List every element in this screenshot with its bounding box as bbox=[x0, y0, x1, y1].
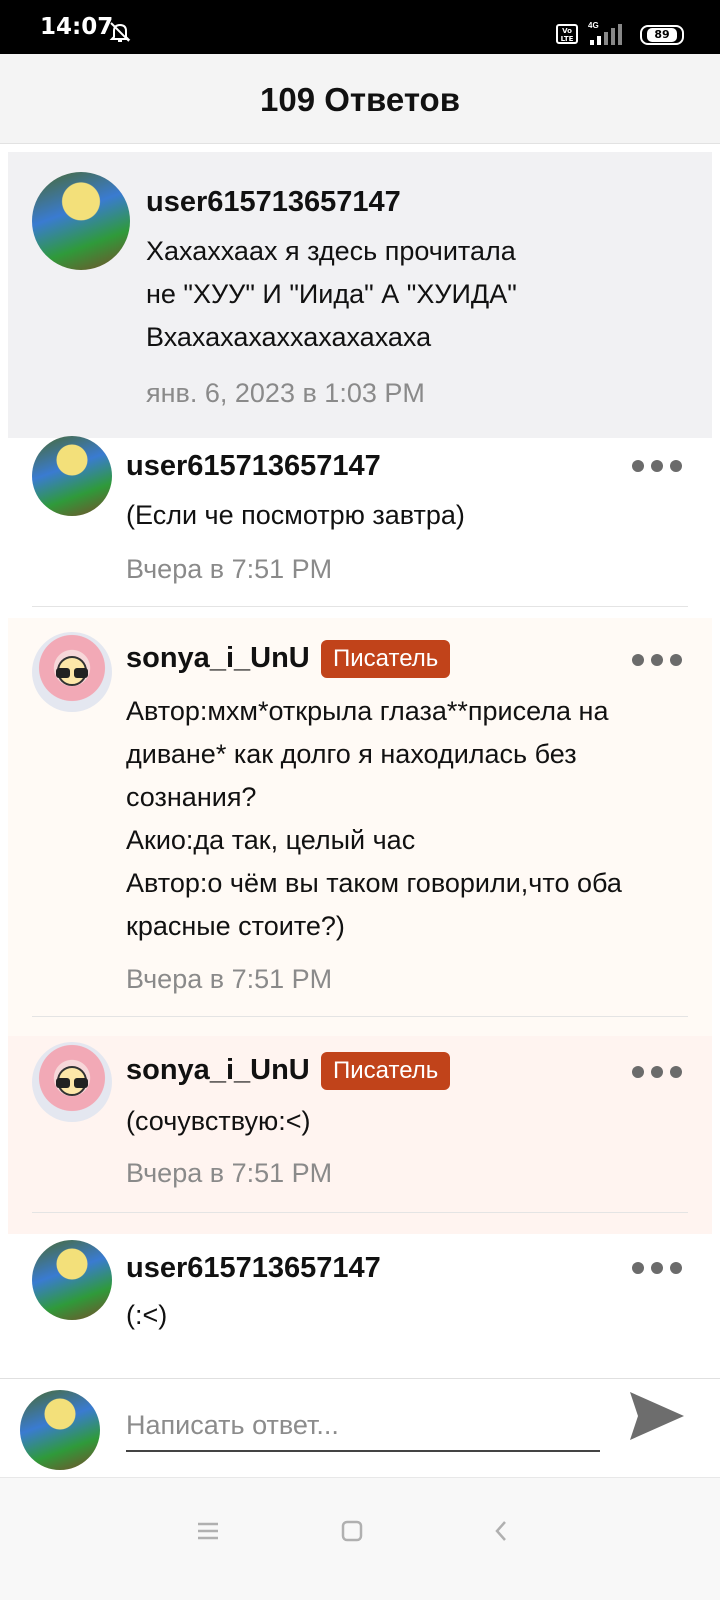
avatar[interactable] bbox=[32, 1240, 112, 1320]
writer-badge: Писатель bbox=[321, 1052, 451, 1090]
system-nav-bar bbox=[0, 1478, 720, 1600]
signal-icon: 4G bbox=[588, 21, 622, 45]
comment-timestamp: Вчера в 7:51 PM bbox=[126, 554, 333, 584]
status-time: 14:07 bbox=[40, 14, 114, 40]
avatar[interactable] bbox=[32, 632, 112, 712]
avatar[interactable] bbox=[32, 1042, 112, 1122]
reply-comment: sonya_i_UnU Писатель Автор:мхм*открыла г… bbox=[8, 618, 712, 1036]
status-bar: 14:07 Vo LTE 4G 89 bbox=[0, 0, 720, 54]
comment-text: Автор:мхм*открыла глаза**присела на дива… bbox=[126, 696, 622, 941]
divider bbox=[32, 606, 688, 607]
comment-username[interactable]: sonya_i_UnU bbox=[126, 1054, 310, 1087]
comment-username[interactable]: user615713657147 bbox=[146, 186, 401, 219]
comment-username[interactable]: sonya_i_UnU bbox=[126, 642, 310, 675]
battery-level: 89 bbox=[647, 28, 677, 42]
comment-timestamp: Вчера в 7:51 PM bbox=[126, 1158, 333, 1188]
comment-timestamp: янв. 6, 2023 в 1:03 PM bbox=[146, 378, 425, 408]
reply-input[interactable] bbox=[126, 1400, 600, 1452]
comment-username[interactable]: user615713657147 bbox=[126, 450, 381, 483]
more-dots-icon[interactable] bbox=[632, 650, 682, 670]
divider bbox=[32, 1212, 688, 1213]
volte-icon: Vo LTE bbox=[556, 24, 578, 44]
reply-comment: user615713657147 (:<) bbox=[8, 1234, 712, 1378]
comment-timestamp: Вчера в 7:51 PM bbox=[126, 964, 333, 994]
comment-text: (Если че посмотрю завтра) bbox=[126, 500, 465, 530]
divider bbox=[32, 1016, 688, 1017]
parent-comment: user615713657147 Хахаххаах я здесь прочи… bbox=[8, 152, 712, 438]
header: 109 Ответов bbox=[0, 54, 720, 144]
writer-badge: Писатель bbox=[321, 640, 451, 678]
avatar[interactable] bbox=[32, 436, 112, 516]
page-title: 109 Ответов bbox=[260, 81, 460, 118]
comment-text: (:<) bbox=[126, 1300, 168, 1330]
menu-icon[interactable] bbox=[193, 1516, 223, 1546]
back-chevron-icon[interactable] bbox=[487, 1516, 517, 1546]
more-dots-icon[interactable] bbox=[632, 456, 682, 476]
reply-comment: user615713657147 (Если че посмотрю завтр… bbox=[8, 436, 712, 618]
reply-comment: sonya_i_UnU Писатель (сочувствую:<) Вчер… bbox=[8, 1036, 712, 1234]
svg-text:4G: 4G bbox=[588, 21, 599, 30]
comment-text: Хахаххаах я здесь прочитала не "ХУУ" И "… bbox=[146, 236, 517, 352]
my-avatar bbox=[20, 1390, 100, 1470]
comment-text: (сочувствую:<) bbox=[126, 1106, 311, 1136]
more-dots-icon[interactable] bbox=[632, 1062, 682, 1082]
avatar[interactable] bbox=[32, 172, 130, 270]
send-icon[interactable] bbox=[628, 1390, 686, 1442]
more-dots-icon[interactable] bbox=[632, 1258, 682, 1278]
comment-username[interactable]: user615713657147 bbox=[126, 1252, 381, 1285]
home-square-icon[interactable] bbox=[337, 1516, 367, 1546]
muted-bell-icon bbox=[109, 22, 131, 42]
battery-icon: 89 bbox=[640, 25, 684, 45]
